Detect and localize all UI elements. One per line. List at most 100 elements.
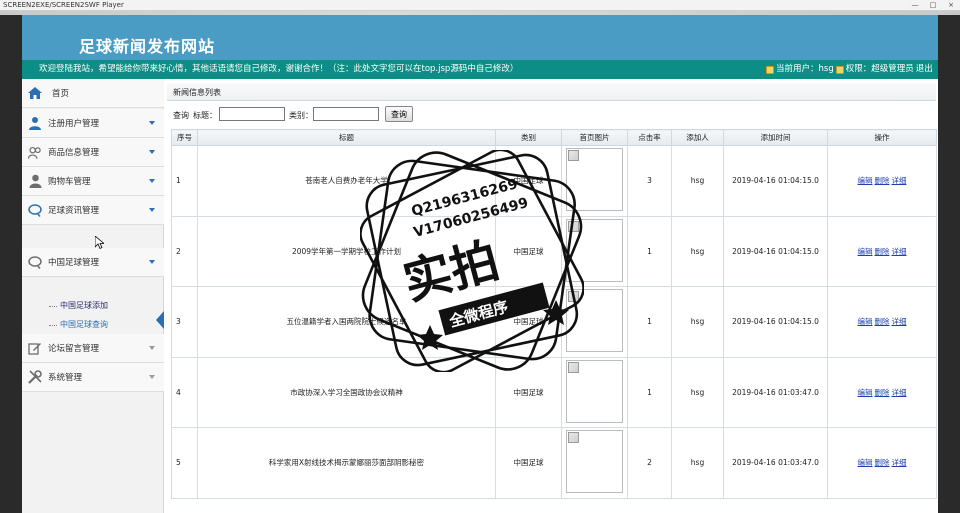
active-indicator (156, 311, 164, 329)
col-adder: 添加人 (671, 129, 724, 146)
table-row: 2 2009学年第一学期学校工作计划 中国足球 1 hsg 2019-04-16… (171, 215, 937, 287)
row-title: 苍南老人自费办老年大学 (197, 145, 496, 217)
sidebar-item-label: 首页 (52, 89, 70, 99)
row-category: 中国足球 (495, 215, 562, 287)
sidebar-item-label: 论坛留言管理 (48, 344, 100, 354)
edit-link[interactable]: 编辑 (858, 247, 873, 256)
broken-image-icon (566, 148, 623, 212)
broken-image-icon (566, 289, 623, 353)
close-button[interactable]: × (944, 1, 958, 10)
home-icon (28, 86, 42, 100)
sidebar-item-china-football[interactable]: 中国足球管理 (22, 248, 164, 277)
row-adder: hsg (671, 286, 724, 358)
row-time: 2019-04-16 01:04:15.0 (723, 215, 828, 287)
player-window: SCREEN2EXE/SCREEN2SWF Player — □ × 足球新闻发… (0, 0, 960, 513)
broken-image-icon (566, 218, 623, 282)
row-no: 1 (171, 145, 198, 217)
sidebar-item-label: 注册用户管理 (48, 119, 100, 129)
delete-link[interactable]: 删除 (875, 247, 890, 256)
person-icon (28, 174, 42, 188)
right-edge (938, 15, 960, 513)
delete-link[interactable]: 删除 (875, 458, 890, 467)
sidebar-item-label: 购物车管理 (48, 177, 91, 187)
row-image-cell (561, 145, 628, 217)
group-icon (28, 145, 42, 159)
logout-link[interactable]: 退出 (916, 60, 933, 79)
detail-link[interactable]: 详细 (892, 317, 907, 326)
chevron-down-icon (149, 375, 155, 379)
sidebar-item-cart[interactable]: 购物车管理 (22, 167, 164, 196)
chevron-down-icon (149, 346, 155, 350)
site-header: 足球新闻发布网站 (22, 15, 938, 60)
row-ops: 编辑 删除 详细 (827, 145, 937, 217)
news-table: 序号 标题 类别 首页图片 点击率 添加人 添加时间 操作 1 苍南老人自费办老… (171, 129, 937, 499)
row-image-cell (561, 356, 628, 428)
search-button[interactable]: 查询 (385, 106, 413, 122)
row-no: 2 (171, 215, 198, 287)
edit-link[interactable]: 编辑 (858, 317, 873, 326)
edit-icon (28, 341, 42, 355)
sidebar-item-label: 足球资讯管理 (48, 206, 100, 216)
sub-item-add[interactable]: 中国足球添加 (46, 299, 108, 313)
row-image-cell (561, 427, 628, 499)
row-time: 2019-04-16 01:04:15.0 (723, 286, 828, 358)
edit-link[interactable]: 编辑 (858, 458, 873, 467)
row-category: 中国足球 (495, 286, 562, 358)
page-title: 新闻信息列表 (173, 88, 221, 97)
main-content: 新闻信息列表 查询 标题： 类别： 查询 序号 标题 类别 首页图片 点击率 添… (167, 83, 937, 513)
sidebar-item-system[interactable]: 系统管理 (22, 363, 164, 392)
search-category-label: 类别： (289, 111, 313, 120)
permission-text: 权限：超级管理员 (845, 64, 914, 74)
row-clicks: 1 (627, 215, 672, 287)
row-ops: 编辑 删除 详细 (827, 427, 937, 499)
row-clicks: 2 (627, 427, 672, 499)
title-search-input[interactable] (219, 107, 285, 121)
detail-link[interactable]: 详细 (892, 247, 907, 256)
people-icon (28, 116, 42, 130)
delete-link[interactable]: 删除 (875, 176, 890, 185)
detail-link[interactable]: 详细 (892, 458, 907, 467)
col-image: 首页图片 (561, 129, 628, 146)
edit-link[interactable]: 编辑 (858, 388, 873, 397)
category-search-input[interactable] (313, 107, 379, 121)
sub-item-query[interactable]: 中国足球查询 (46, 318, 108, 332)
breadcrumb: 新闻信息列表 (167, 83, 936, 101)
minimize-button[interactable]: — (908, 1, 922, 10)
window-controls: — □ × (908, 0, 958, 11)
sidebar-item-home[interactable]: 首页 (22, 79, 164, 108)
sidebar-item-users[interactable]: 注册用户管理 (22, 109, 164, 138)
sidebar-item-goods[interactable]: 商品信息管理 (22, 138, 164, 167)
detail-link[interactable]: 详细 (892, 176, 907, 185)
search-title-label: 标题： (193, 111, 217, 120)
delete-link[interactable]: 删除 (875, 388, 890, 397)
player-title: SCREEN2EXE/SCREEN2SWF Player (3, 1, 124, 9)
current-user: 当前用户：hsg (776, 64, 834, 74)
sidebar-item-news[interactable]: 足球资讯管理 (22, 196, 164, 225)
edit-link[interactable]: 编辑 (858, 176, 873, 185)
user-icon (766, 65, 774, 74)
chevron-down-icon (149, 121, 155, 125)
col-ops: 操作 (827, 129, 937, 146)
chevron-down-icon (149, 150, 155, 154)
table-header-row: 序号 标题 类别 首页图片 点击率 添加人 添加时间 操作 (171, 129, 937, 146)
col-clicks: 点击率 (627, 129, 672, 146)
chat-icon (28, 255, 42, 269)
row-title: 五位温籍学者入国两院院士候选名单 (197, 286, 496, 358)
row-no: 4 (171, 356, 198, 428)
row-category: 中国足球 (495, 145, 562, 217)
row-clicks: 3 (627, 145, 672, 217)
delete-link[interactable]: 删除 (875, 317, 890, 326)
mouse-cursor-icon (95, 236, 104, 249)
left-edge (0, 15, 22, 513)
chevron-down-icon (149, 260, 155, 264)
sidebar: 首页 注册用户管理 商品信息管理 购物车管理 足球资讯管理 中国足球管理 中国足… (22, 79, 164, 513)
col-title: 标题 (197, 129, 496, 146)
detail-link[interactable]: 详细 (892, 388, 907, 397)
col-no: 序号 (171, 129, 198, 146)
sidebar-item-label: 商品信息管理 (48, 148, 100, 158)
maximize-button[interactable]: □ (926, 1, 940, 10)
row-time: 2019-04-16 01:03:47.0 (723, 427, 828, 499)
sidebar-item-forum[interactable]: 论坛留言管理 (22, 334, 164, 363)
user-info: 当前用户：hsg 权限：超级管理员 退出 (766, 60, 933, 79)
col-category: 类别 (495, 129, 562, 146)
